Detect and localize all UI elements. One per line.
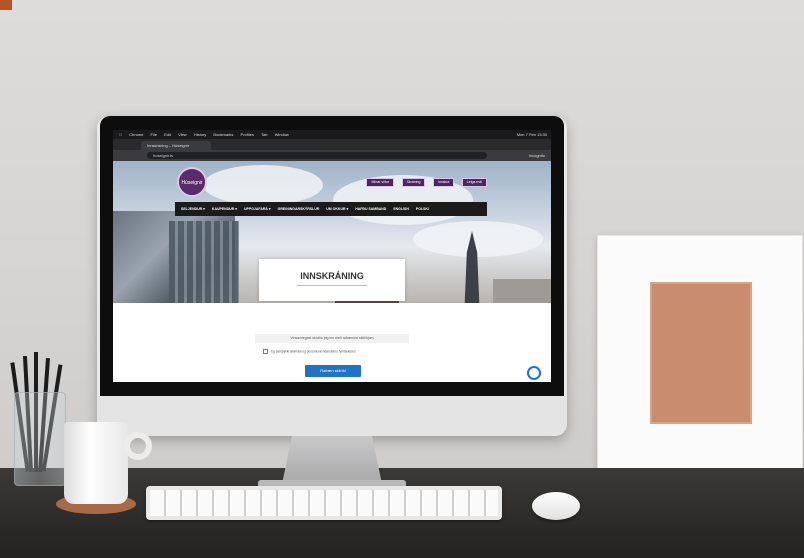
apple-icon[interactable]:  <box>119 132 122 137</box>
mac-menubar:  Chrome File Edit View History Bookmark… <box>113 130 551 139</box>
menu-item[interactable]: Profiles <box>241 132 254 137</box>
top-button[interactable]: Skráning <box>401 178 426 187</box>
nav-item[interactable]: GREININGARSKÝRSLUR <box>278 207 320 211</box>
building-right <box>493 279 551 303</box>
menu-item[interactable]: Edit <box>164 132 171 137</box>
browser-tabbar: Innskráning – Húseignir <box>113 139 551 155</box>
info-message: Vinsamlegast skráðu þig inn með rafrænum… <box>255 334 409 343</box>
login-button[interactable]: Rafræn skilríki <box>305 365 361 377</box>
menu-item[interactable]: View <box>178 132 187 137</box>
top-button[interactable]: Leiga.mál <box>461 178 487 187</box>
imac-screen:  Chrome File Edit View History Bookmark… <box>113 130 551 382</box>
mug-handle <box>124 432 152 460</box>
nav-item[interactable]: SELJENDUR ▾ <box>181 207 205 211</box>
pencil-cup <box>14 392 66 486</box>
picture-frame-artwork <box>650 282 752 424</box>
address-bar: huseignir.is Incognito <box>113 150 551 161</box>
cloud <box>203 165 323 205</box>
incognito-badge[interactable]: Incognito <box>529 152 545 159</box>
menu-item[interactable]: Window <box>275 132 289 137</box>
nav-item[interactable]: UPPGJAFARÁ ▾ <box>244 207 271 211</box>
url-field[interactable]: huseignir.is <box>147 152 487 159</box>
mouse <box>532 492 580 520</box>
hero-banner: Húseignir Mínar síður Skráning Innskrá L… <box>113 161 551 303</box>
menu-item[interactable]: Bookmarks <box>213 132 233 137</box>
site-logo[interactable]: Húseignir <box>177 167 207 197</box>
terms-checkbox-row: Ég samþykki skilmála og persónuverndarst… <box>263 349 403 361</box>
cloud <box>413 221 543 257</box>
menubar-clock: Mon 7 Feb 13:30 <box>516 132 547 137</box>
top-button[interactable]: Mínar síður <box>366 178 395 187</box>
imac-chin <box>97 396 567 436</box>
nav-item[interactable]: POLSKI <box>416 207 429 211</box>
terms-checkbox[interactable] <box>263 349 268 354</box>
messenger-icon[interactable] <box>527 366 541 380</box>
title-underline <box>297 285 367 286</box>
nav-item[interactable]: ENGLISH <box>393 207 409 211</box>
top-buttons: Mínar síður Skráning Innskrá Leiga.mál <box>363 170 487 188</box>
keyboard-keys <box>150 490 498 516</box>
page-title-box: INNSKRÁNING <box>259 259 405 301</box>
nav-item[interactable]: UM OKKUR ▾ <box>326 207 348 211</box>
building-glass <box>169 221 239 303</box>
coffee-mug <box>64 422 128 504</box>
menu-item[interactable]: History <box>194 132 206 137</box>
imac-stand <box>282 436 382 484</box>
corner-marker <box>0 0 12 10</box>
top-button[interactable]: Innskrá <box>432 178 455 187</box>
main-nav: SELJENDUR ▾ KAUPENDUR ▾ UPPGJAFARÁ ▾ GRE… <box>175 202 487 216</box>
browser-tab[interactable]: Innskráning – Húseignir <box>141 141 211 150</box>
menu-item[interactable]: Chrome <box>129 132 143 137</box>
nav-item[interactable]: HAFÐU SAMBAND <box>355 207 386 211</box>
page-title: INNSKRÁNING <box>300 271 364 281</box>
terms-label: Ég samþykki skilmála og persónuverndarst… <box>271 349 356 354</box>
menu-item[interactable]: Tab <box>261 132 267 137</box>
nav-item[interactable]: KAUPENDUR ▾ <box>212 207 237 211</box>
menu-item[interactable]: File <box>150 132 156 137</box>
